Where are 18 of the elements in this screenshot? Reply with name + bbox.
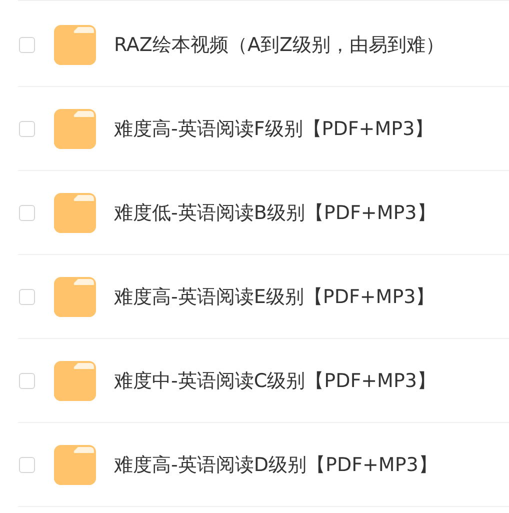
folder-name[interactable]: RAZ绘本视频（A到Z级别，由易到难） xyxy=(114,32,444,58)
folder-icon xyxy=(54,24,96,64)
folder-name[interactable]: 难度高-英语阅读F级别【PDF+MP3】 xyxy=(114,116,434,142)
checkbox[interactable] xyxy=(19,456,35,472)
folder-name[interactable]: 难度高-英语阅读D级别【PDF+MP3】 xyxy=(114,452,438,478)
folder-icon xyxy=(54,108,96,148)
checkbox[interactable] xyxy=(19,120,35,136)
folder-icon xyxy=(54,360,96,400)
checkbox[interactable] xyxy=(19,36,35,52)
folder-name[interactable]: 难度低-英语阅读B级别【PDF+MP3】 xyxy=(114,200,436,226)
folder-icon xyxy=(54,192,96,232)
checkbox[interactable] xyxy=(19,204,35,220)
checkbox[interactable] xyxy=(19,372,35,388)
checkbox[interactable] xyxy=(19,288,35,304)
folder-name[interactable]: 难度中-英语阅读C级别【PDF+MP3】 xyxy=(114,368,436,394)
folder-icon xyxy=(54,444,96,484)
folder-name[interactable]: 难度高-英语阅读E级别【PDF+MP3】 xyxy=(114,284,435,310)
folder-icon xyxy=(54,276,96,316)
